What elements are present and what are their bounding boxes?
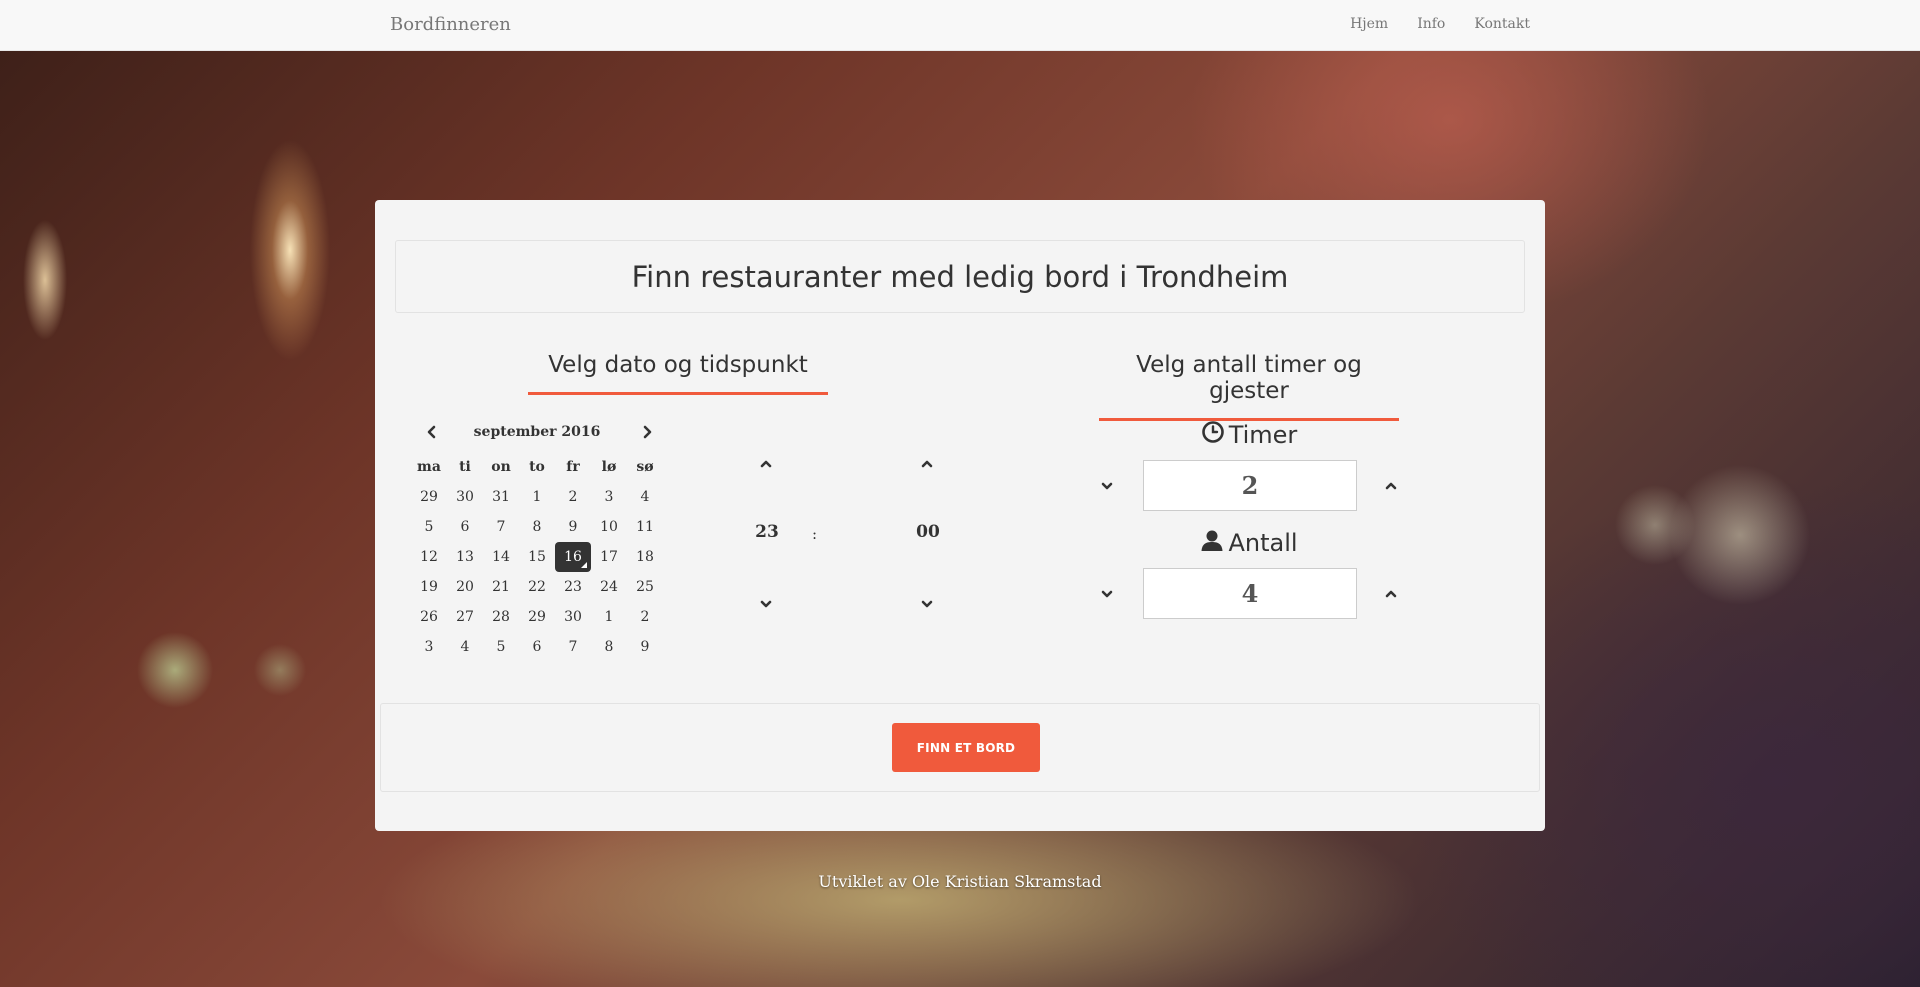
minute-up-chevron-up-icon[interactable] xyxy=(920,456,934,475)
nav-link-kontakt[interactable]: Kontakt xyxy=(1474,16,1530,32)
date-picker: september 2016 ma ti on to fr lø sø 29 30 31 1 2 3 4 5… xyxy=(411,422,663,662)
calendar-day[interactable]: 24 xyxy=(591,572,627,602)
calendar-day[interactable]: 7 xyxy=(555,632,591,662)
hour-down-chevron-down-icon[interactable] xyxy=(759,596,773,615)
calendar-day[interactable]: 2 xyxy=(627,602,663,632)
antall-label: Antall xyxy=(1099,528,1399,558)
calendar-day[interactable]: 29 xyxy=(411,482,447,512)
calendar-day[interactable]: 19 xyxy=(411,572,447,602)
weekday-header: to xyxy=(529,459,545,475)
page-title: Finn restauranter med ledig bord i Trond… xyxy=(631,259,1289,294)
search-panel: Finn restauranter med ledig bord i Trond… xyxy=(375,200,1545,831)
antall-increase-chevron-up-icon[interactable] xyxy=(1384,586,1398,605)
calendar-day[interactable]: 22 xyxy=(519,572,555,602)
calendar-day[interactable]: 8 xyxy=(519,512,555,542)
calendar-day[interactable]: 10 xyxy=(591,512,627,542)
clock-icon xyxy=(1201,420,1225,450)
chevron-right-icon[interactable] xyxy=(640,424,654,443)
calendar-day[interactable]: 8 xyxy=(591,632,627,662)
hour-up-chevron-up-icon[interactable] xyxy=(759,456,773,475)
user-icon xyxy=(1200,528,1224,558)
nav-links: Hjem Info Kontakt xyxy=(1350,16,1530,32)
calendar-day[interactable]: 11 xyxy=(627,512,663,542)
calendar-day[interactable]: 14 xyxy=(483,542,519,572)
calendar-day[interactable]: 5 xyxy=(483,632,519,662)
nav-link-hjem[interactable]: Hjem xyxy=(1350,16,1388,32)
action-bar: FINN ET BORD xyxy=(380,703,1540,792)
hours-guests-heading: Velg antall timer og gjester xyxy=(1099,352,1399,421)
calendar-day[interactable]: 1 xyxy=(519,482,555,512)
minute-down-chevron-down-icon[interactable] xyxy=(920,596,934,615)
brand-logo[interactable]: Bordfinneren xyxy=(390,14,511,35)
hour-value[interactable]: 23 xyxy=(737,522,797,542)
calendar-day[interactable]: 21 xyxy=(483,572,519,602)
timer-increase-chevron-up-icon[interactable] xyxy=(1384,478,1398,497)
weekday-header: sø xyxy=(636,459,654,475)
weekday-header: fr xyxy=(566,459,580,475)
footer-credit: Utviklet av Ole Kristian Skramstad xyxy=(818,872,1102,891)
timer-label: Timer xyxy=(1099,420,1399,450)
weekday-header: ti xyxy=(459,459,471,475)
antall-decrease-chevron-down-icon[interactable] xyxy=(1100,586,1114,605)
weekday-header: on xyxy=(491,459,511,475)
calendar-day[interactable]: 4 xyxy=(447,632,483,662)
calendar-header: september 2016 xyxy=(411,422,663,446)
calendar-day[interactable]: 5 xyxy=(411,512,447,542)
time-separator: : xyxy=(812,525,818,543)
calendar-day[interactable]: 18 xyxy=(627,542,663,572)
date-time-heading: Velg dato og tidspunkt xyxy=(528,352,828,395)
calendar-day[interactable]: 17 xyxy=(591,542,627,572)
antall-input[interactable]: 4 xyxy=(1143,568,1357,619)
calendar-day[interactable]: 3 xyxy=(591,482,627,512)
calendar-day[interactable]: 3 xyxy=(411,632,447,662)
minute-picker: 00 xyxy=(898,456,958,616)
calendar-day[interactable]: 29 xyxy=(519,602,555,632)
calendar-day[interactable]: 20 xyxy=(447,572,483,602)
calendar-day[interactable]: 6 xyxy=(519,632,555,662)
calendar-day[interactable]: 31 xyxy=(483,482,519,512)
calendar-day[interactable]: 15 xyxy=(519,542,555,572)
calendar-grid: ma ti on to fr lø sø 29 30 31 1 2 3 4 5 6 7 8 9 10 11 12 13 14 1… xyxy=(411,452,663,662)
weekday-header: ma xyxy=(417,459,441,475)
calendar-day[interactable]: 9 xyxy=(627,632,663,662)
navbar: Bordfinneren Hjem Info Kontakt xyxy=(0,0,1920,51)
calendar-day[interactable]: 30 xyxy=(555,602,591,632)
find-table-button[interactable]: FINN ET BORD xyxy=(892,723,1040,772)
calendar-day[interactable]: 25 xyxy=(627,572,663,602)
nav-link-info[interactable]: Info xyxy=(1417,16,1445,32)
calendar-day[interactable]: 26 xyxy=(411,602,447,632)
calendar-day[interactable]: 7 xyxy=(483,512,519,542)
calendar-day[interactable]: 4 xyxy=(627,482,663,512)
calendar-day[interactable]: 13 xyxy=(447,542,483,572)
antall-label-text: Antall xyxy=(1228,529,1298,557)
calendar-day[interactable]: 28 xyxy=(483,602,519,632)
calendar-month-label[interactable]: september 2016 xyxy=(411,424,663,440)
calendar-day[interactable]: 2 xyxy=(555,482,591,512)
hour-picker: 23 xyxy=(737,456,797,616)
calendar-day[interactable]: 30 xyxy=(447,482,483,512)
timer-input[interactable]: 2 xyxy=(1143,460,1357,511)
calendar-day[interactable]: 1 xyxy=(591,602,627,632)
timer-decrease-chevron-down-icon[interactable] xyxy=(1100,478,1114,497)
calendar-day[interactable]: 23 xyxy=(555,572,591,602)
calendar-day[interactable]: 12 xyxy=(411,542,447,572)
calendar-day-selected[interactable]: 16 xyxy=(555,542,591,572)
calendar-day[interactable]: 27 xyxy=(447,602,483,632)
minute-value[interactable]: 00 xyxy=(898,522,958,542)
calendar-day[interactable]: 6 xyxy=(447,512,483,542)
timer-label-text: Timer xyxy=(1228,421,1298,449)
calendar-day[interactable]: 9 xyxy=(555,512,591,542)
title-box: Finn restauranter med ledig bord i Trond… xyxy=(395,240,1525,313)
weekday-header: lø xyxy=(601,459,617,475)
